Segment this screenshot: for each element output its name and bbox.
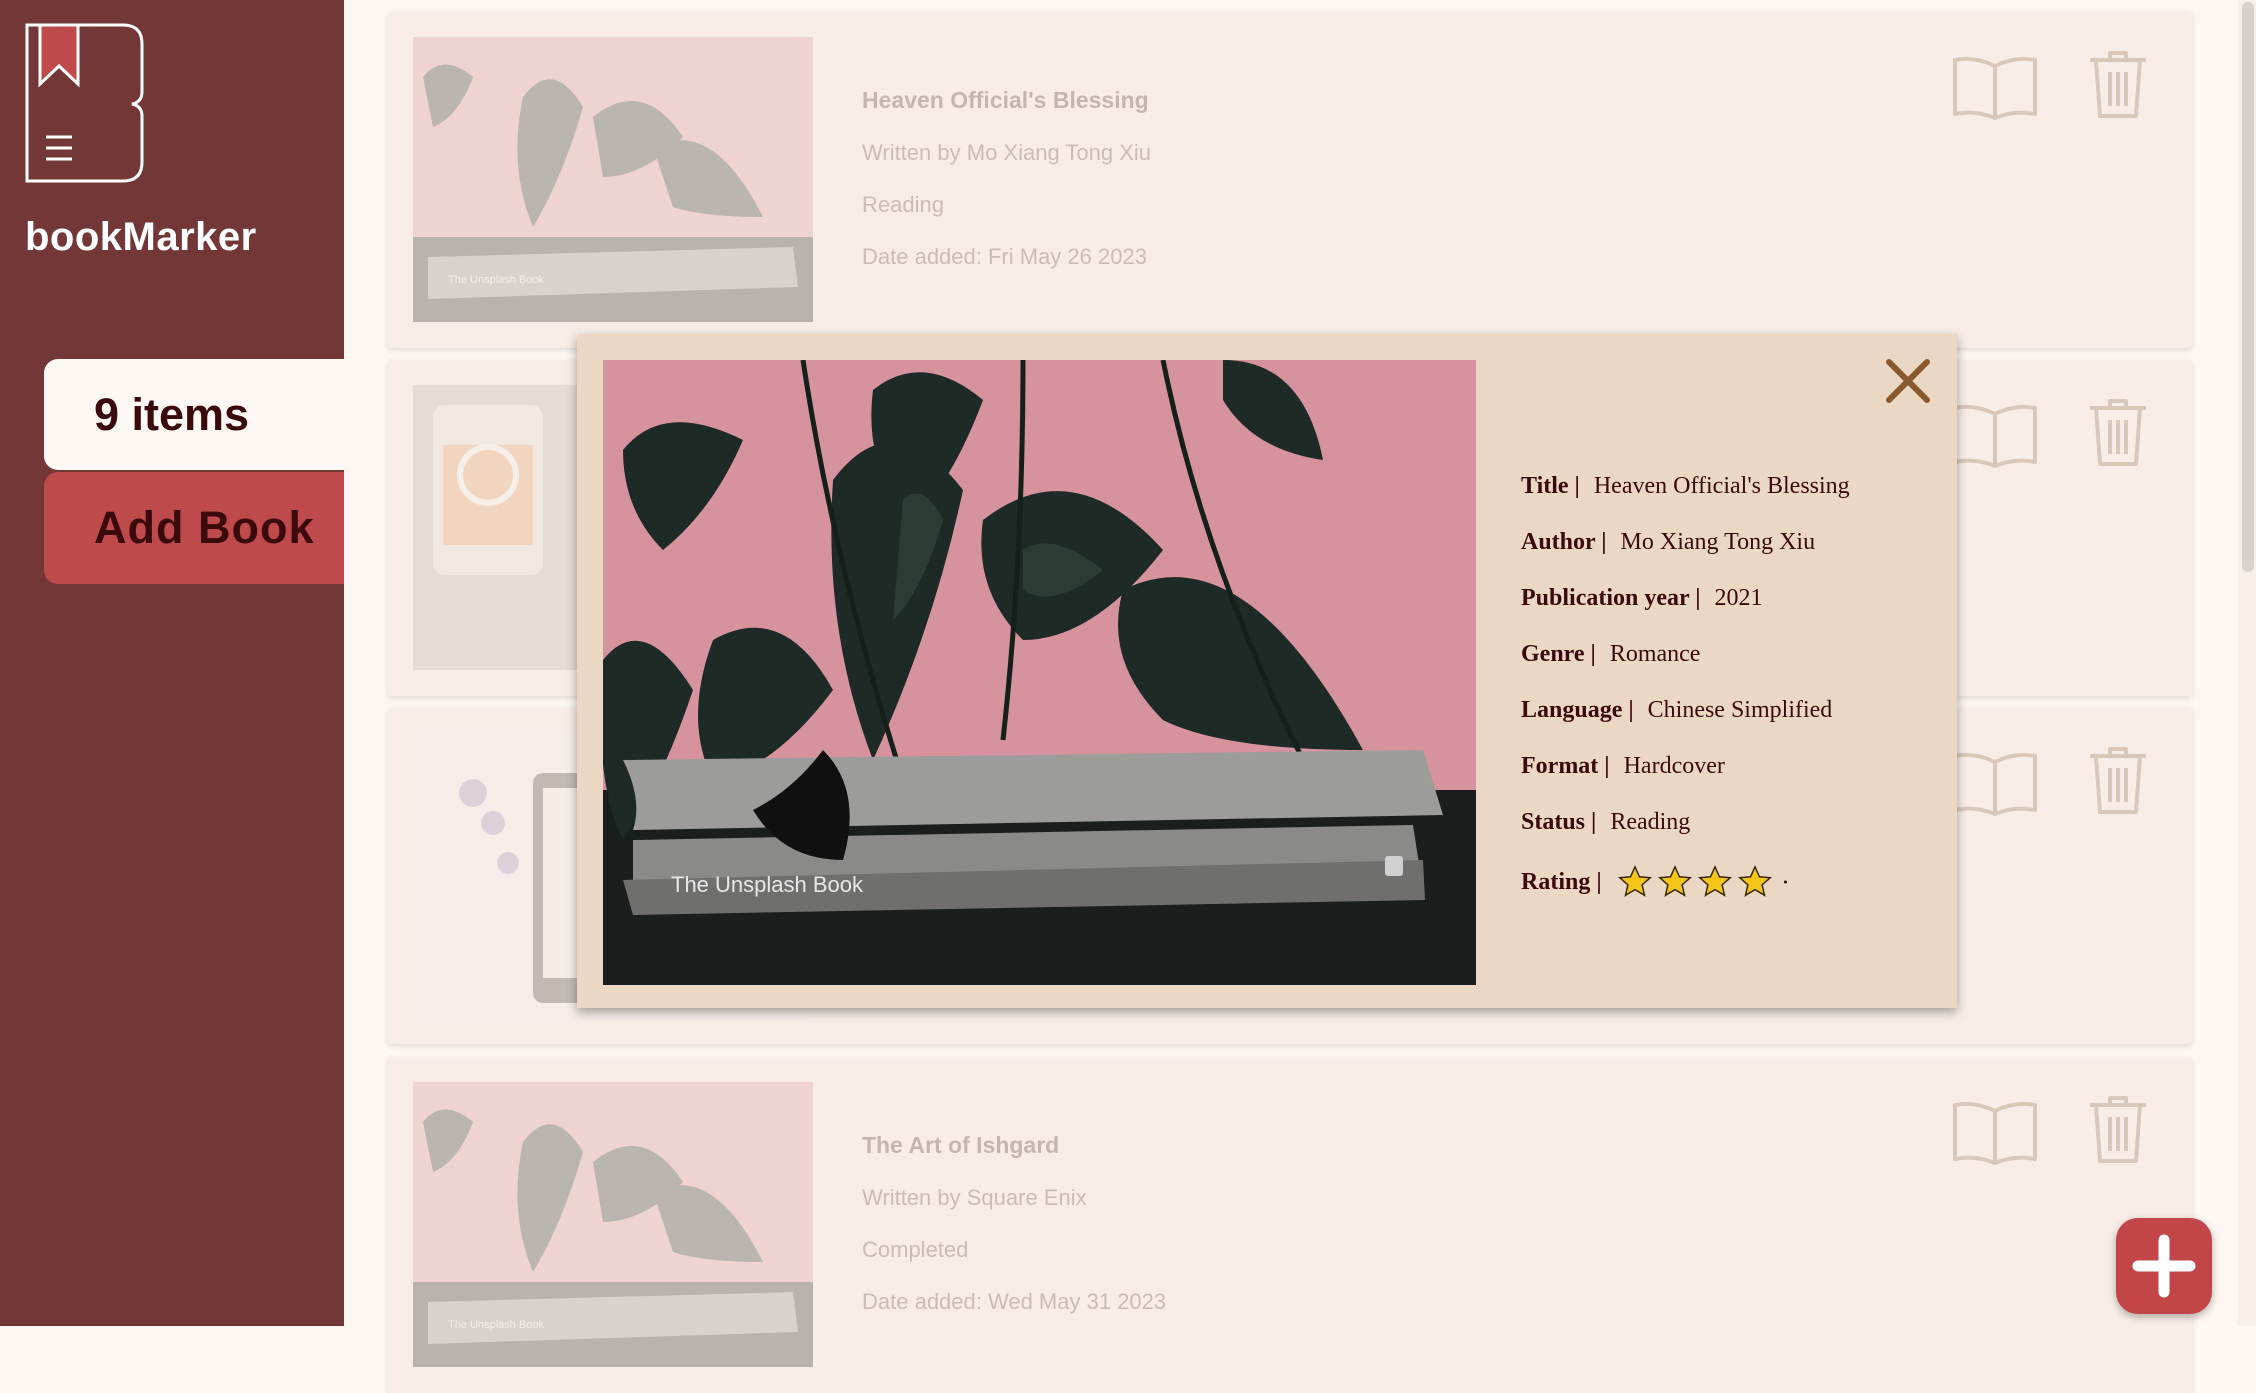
detail-value: Mo Xiang Tong Xiu [1620, 528, 1816, 555]
detail-key: Genre | [1521, 640, 1596, 667]
detail-value: 2021 [1714, 584, 1763, 611]
detail-key: Status | [1521, 808, 1597, 835]
star-filled-icon[interactable] [1696, 863, 1734, 901]
detail-row: Language | Chinese Simplified [1521, 682, 1850, 738]
detail-row: Genre | Romance [1521, 626, 1850, 682]
trash-icon[interactable] [2086, 744, 2150, 816]
detail-row: Status | Reading [1521, 794, 1850, 850]
detail-value: Chinese Simplified [1647, 696, 1833, 723]
svg-text:The Unsplash Book: The Unsplash Book [448, 274, 544, 286]
book-thumbnail: The Unsplash Book [413, 37, 813, 322]
star-empty-icon[interactable] [1776, 863, 1814, 901]
add-book-tab[interactable]: Add Book [44, 472, 344, 584]
book-cover-image: The Unsplash Book [603, 360, 1476, 985]
star-filled-icon[interactable] [1736, 863, 1774, 901]
items-count-label: 9 items [94, 389, 250, 440]
trash-icon[interactable] [2086, 48, 2150, 120]
book-author: Written by Mo Xiang Tong Xiu [862, 140, 1152, 165]
detail-value: Romance [1609, 640, 1701, 667]
bookmark-logo-icon[interactable] [24, 22, 146, 184]
sidebar: bookMarker 9 items Add Book [0, 0, 344, 1326]
detail-key: Author | [1521, 528, 1607, 555]
open-book-icon[interactable] [1950, 400, 2040, 470]
book-status: Completed [862, 1237, 969, 1262]
detail-row: Author | Mo Xiang Tong Xiu [1521, 514, 1850, 570]
open-book-icon[interactable] [1950, 52, 2040, 122]
cover-caption: The Unsplash Book [671, 872, 864, 897]
hamburger-icon [46, 135, 72, 161]
scrollbar[interactable] [2238, 0, 2256, 1326]
book-card[interactable]: The Unsplash Book Heaven Official's Bless… [388, 12, 2192, 348]
open-book-icon[interactable] [1950, 1097, 2040, 1167]
book-info: The Art of Ishgard Written by Square Enix… [862, 1132, 1166, 1341]
svg-text:The Unsplash Book: The Unsplash Book [448, 1319, 544, 1331]
book-title: The Art of Ishgard [862, 1132, 1060, 1158]
book-date: Date added: Wed May 31 2023 [862, 1289, 1167, 1314]
detail-row: Publication year | 2021 [1521, 570, 1850, 626]
plus-icon [2132, 1234, 2196, 1298]
book-card[interactable]: The Unsplash Book The Art of Ishgard Writt… [388, 1057, 2192, 1393]
rating-label: Rating | [1521, 868, 1602, 895]
items-count-tab[interactable]: 9 items [44, 359, 344, 470]
close-icon[interactable] [1883, 356, 1933, 406]
star-filled-icon[interactable] [1656, 863, 1694, 901]
book-author: Written by Square Enix [862, 1185, 1087, 1210]
detail-key: Format | [1521, 752, 1610, 779]
open-book-icon[interactable] [1950, 748, 2040, 818]
detail-key: Language | [1521, 696, 1634, 723]
star-rating[interactable] [1616, 863, 1816, 901]
book-details-modal: The Unsplash Book Title | Heaven Official… [577, 334, 1957, 1008]
book-date: Date added: Fri May 26 2023 [862, 244, 1147, 269]
book-title: Heaven Official's Blessing [862, 87, 1149, 113]
trash-icon[interactable] [2086, 396, 2150, 468]
rating-row: Rating | [1521, 850, 1850, 914]
book-thumbnail: The Unsplash Book [413, 1082, 813, 1367]
detail-value: Hardcover [1623, 752, 1725, 779]
book-details: Title | Heaven Official's Blessing Author… [1521, 458, 1850, 914]
add-book-fab[interactable] [2116, 1218, 2212, 1314]
detail-value: Heaven Official's Blessing [1593, 472, 1850, 499]
detail-row: Title | Heaven Official's Blessing [1521, 458, 1850, 514]
star-filled-icon[interactable] [1616, 863, 1654, 901]
detail-value: Reading [1610, 808, 1691, 835]
detail-row: Format | Hardcover [1521, 738, 1850, 794]
app-title: bookMarker [25, 215, 257, 259]
trash-icon[interactable] [2086, 1093, 2150, 1165]
book-info: Heaven Official's Blessing Written by Mo … [862, 87, 1151, 296]
detail-key: Title | [1521, 472, 1580, 499]
book-status: Reading [862, 192, 944, 217]
scroll-thumb[interactable] [2242, 2, 2254, 572]
detail-key: Publication year | [1521, 584, 1701, 611]
add-book-label: Add Book [94, 502, 315, 553]
